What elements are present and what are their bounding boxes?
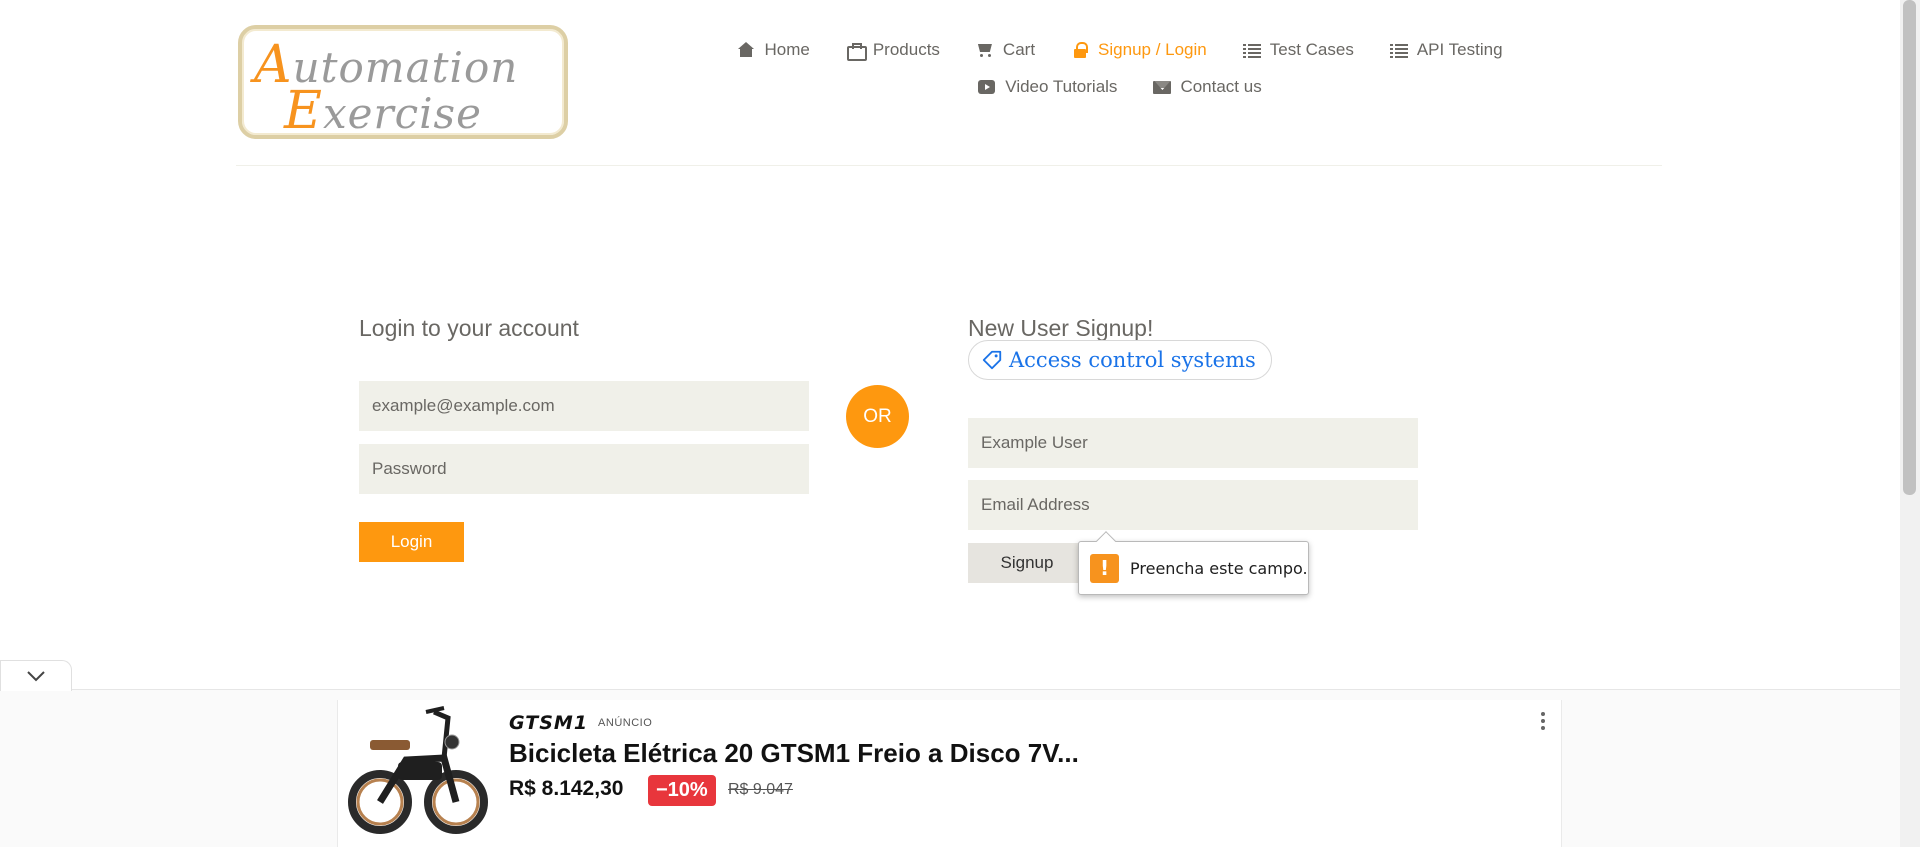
youtube-icon <box>978 79 996 95</box>
nav-item-home[interactable]: Home <box>719 40 827 60</box>
signup-title: New User Signup! <box>968 315 1154 341</box>
ad-discount-badge: −10% <box>648 775 716 806</box>
login-password-input[interactable] <box>359 444 809 494</box>
ad-brand-logo: GTSM1 <box>509 712 589 734</box>
tag-icon <box>982 350 1002 370</box>
nav-item-api-testing[interactable]: API Testing <box>1372 40 1521 60</box>
nav-row-1: Home Products Cart Signup / Login Test C… <box>700 34 1540 66</box>
logo-text-line2: xercise <box>322 89 482 138</box>
more-options-icon[interactable] <box>1538 710 1548 732</box>
login-title: Login to your account <box>359 315 579 341</box>
e-bike-image <box>348 706 488 834</box>
ad-card[interactable]: GTSM1 ANÚNCIO Bicicleta Elétrica 20 GTSM… <box>337 700 1562 847</box>
envelope-icon <box>1153 79 1172 95</box>
site-logo[interactable]: Automation Exercise <box>238 25 568 141</box>
nav-item-contact-us[interactable]: Contact us <box>1135 77 1279 97</box>
validation-tooltip: ! Preencha este campo. <box>1078 541 1309 595</box>
cart-icon <box>976 42 994 58</box>
ad-old-price: R$ 9.047 <box>728 781 793 798</box>
nav-item-test-cases[interactable]: Test Cases <box>1225 40 1372 60</box>
list-icon <box>1389 42 1408 58</box>
main-nav: Home Products Cart Signup / Login Test C… <box>700 34 1540 103</box>
ad-collapse-button[interactable] <box>0 660 72 691</box>
chevron-down-icon <box>27 671 45 682</box>
home-icon <box>737 42 755 58</box>
briefcase-icon <box>846 42 867 61</box>
access-control-tag[interactable]: Access control systems <box>968 340 1272 380</box>
ad-price: R$ 8.142,30 <box>509 777 624 800</box>
validation-message: Preencha este campo. <box>1130 558 1308 578</box>
signup-button[interactable]: Signup <box>968 543 1086 583</box>
header-divider <box>236 165 1662 166</box>
nav-item-video-tutorials[interactable]: Video Tutorials <box>960 77 1135 97</box>
or-divider: OR <box>846 385 909 448</box>
list-icon <box>1242 42 1261 58</box>
ad-label: ANÚNCIO <box>598 717 653 729</box>
ad-title[interactable]: Bicicleta Elétrica 20 GTSM1 Freio a Disc… <box>509 738 1079 769</box>
nav-item-products[interactable]: Products <box>828 40 958 61</box>
login-email-input[interactable] <box>359 381 809 431</box>
signup-email-input[interactable] <box>968 480 1418 530</box>
signup-name-input[interactable] <box>968 418 1418 468</box>
ad-brand: GTSM1 ANÚNCIO <box>509 712 652 734</box>
nav-item-signup-login[interactable]: Signup / Login <box>1053 40 1225 60</box>
lock-icon <box>1071 42 1089 58</box>
warning-icon: ! <box>1090 553 1119 583</box>
nav-item-cart[interactable]: Cart <box>958 40 1053 60</box>
scrollbar-thumb[interactable] <box>1903 0 1916 495</box>
nav-row-2: Video Tutorials Contact us <box>700 71 1540 103</box>
login-button[interactable]: Login <box>359 522 464 562</box>
logo-letter: E <box>284 81 323 141</box>
